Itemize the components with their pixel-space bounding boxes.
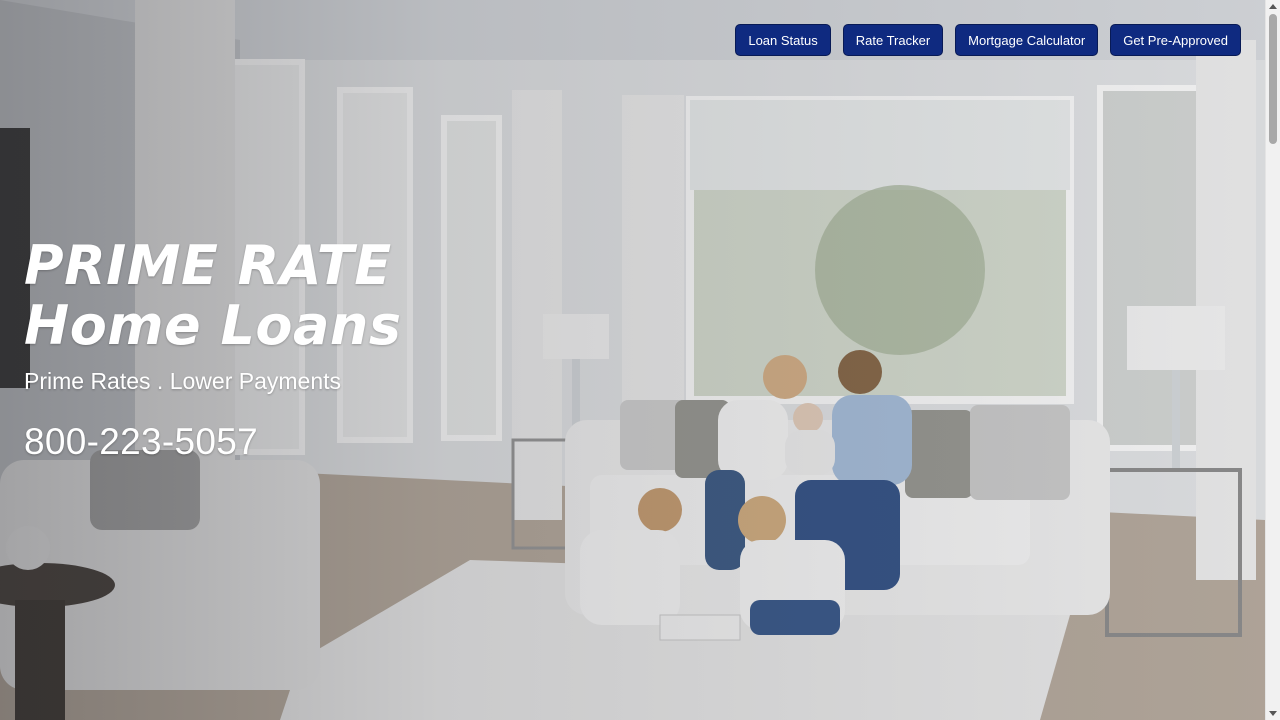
get-pre-approved-button[interactable]: Get Pre-Approved: [1110, 24, 1241, 56]
hero-text-block: PRIME RATE Home Loans Prime Rates . Lowe…: [24, 236, 402, 463]
page: Loan Status Rate Tracker Mortgage Calcul…: [0, 0, 1280, 720]
brand-title-line-2: Home Loans: [24, 294, 402, 357]
scroll-down-arrow-icon[interactable]: [1269, 711, 1277, 716]
brand-title-line-1: PRIME RATE: [24, 234, 392, 297]
top-nav: Loan Status Rate Tracker Mortgage Calcul…: [735, 24, 1241, 56]
loan-status-button[interactable]: Loan Status: [735, 24, 831, 56]
rate-tracker-button[interactable]: Rate Tracker: [842, 24, 944, 56]
scroll-up-arrow-icon[interactable]: [1269, 4, 1277, 9]
phone-number[interactable]: 800-223-5057: [24, 421, 402, 463]
scrollbar-thumb[interactable]: [1269, 14, 1277, 144]
hero-tagline: Prime Rates . Lower Payments: [24, 368, 342, 394]
vertical-scrollbar[interactable]: [1265, 0, 1280, 720]
mortgage-calculator-button[interactable]: Mortgage Calculator: [955, 24, 1099, 56]
